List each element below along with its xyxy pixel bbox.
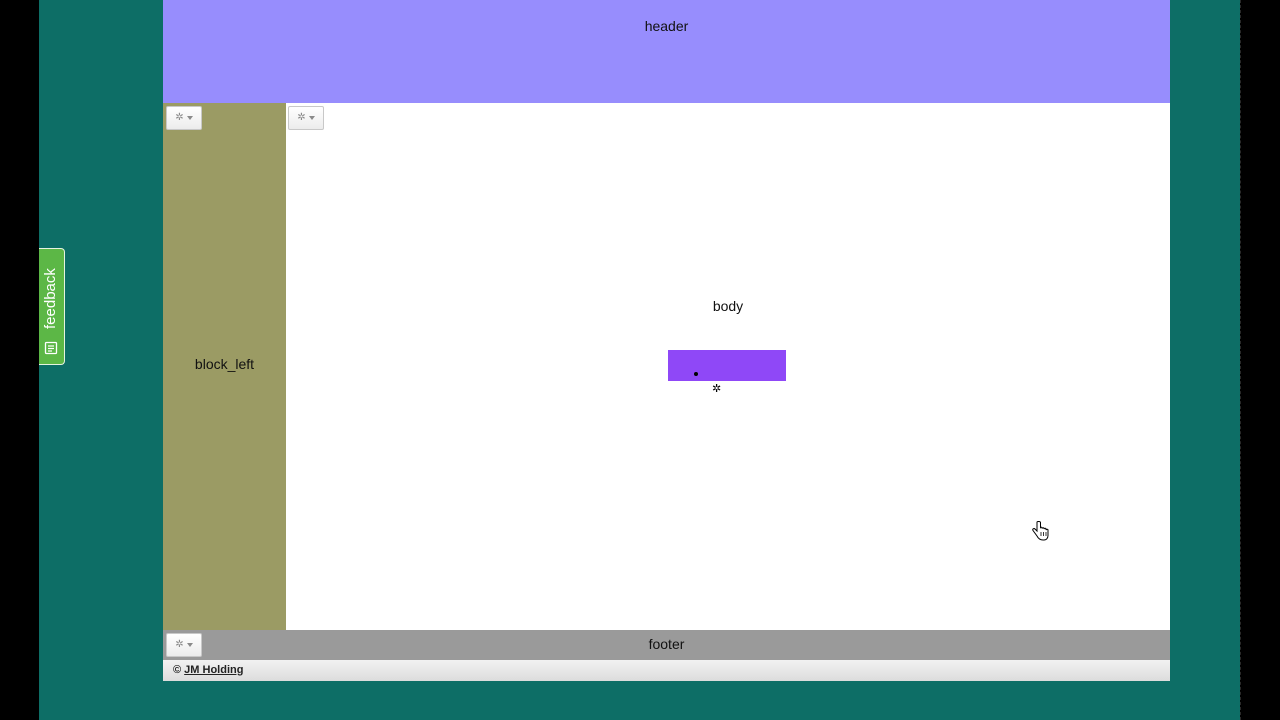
feedback-label: feedback: [42, 268, 59, 329]
feedback-note-icon: [44, 341, 58, 355]
body-settings-button[interactable]: ✲: [288, 106, 324, 130]
block-left-region[interactable]: ✲ block_left: [163, 103, 286, 630]
widget-gear-icon[interactable]: ✲: [712, 384, 721, 395]
dragged-widget[interactable]: [668, 350, 786, 381]
widget-handle-dot[interactable]: [694, 372, 698, 376]
layout-page: header ✲ block_left ✲ body ✲ ✲ footer © …: [163, 0, 1170, 681]
body-region[interactable]: ✲ body ✲: [286, 103, 1170, 630]
header-region[interactable]: header: [163, 0, 1170, 103]
copyright-bar: © JM Holding: [163, 660, 1170, 681]
gear-icon: ✲: [175, 112, 184, 123]
block-left-settings-button[interactable]: ✲: [166, 106, 202, 130]
caret-down-icon: [186, 116, 193, 120]
caret-down-icon: [308, 116, 315, 120]
copyright-text: © JM Holding: [173, 664, 243, 676]
footer-region[interactable]: ✲ footer: [163, 630, 1170, 660]
header-label: header: [644, 18, 689, 34]
gear-icon: ✲: [297, 112, 306, 123]
footer-label: footer: [648, 636, 685, 652]
block-left-label: block_left: [194, 356, 255, 372]
hand-pointer-icon: [1032, 521, 1049, 541]
copyright-symbol: ©: [173, 664, 182, 676]
company-link[interactable]: JM Holding: [184, 664, 243, 676]
feedback-tab[interactable]: feedback: [39, 248, 65, 365]
window-edge: [1240, 0, 1280, 720]
body-label: body: [712, 298, 744, 314]
